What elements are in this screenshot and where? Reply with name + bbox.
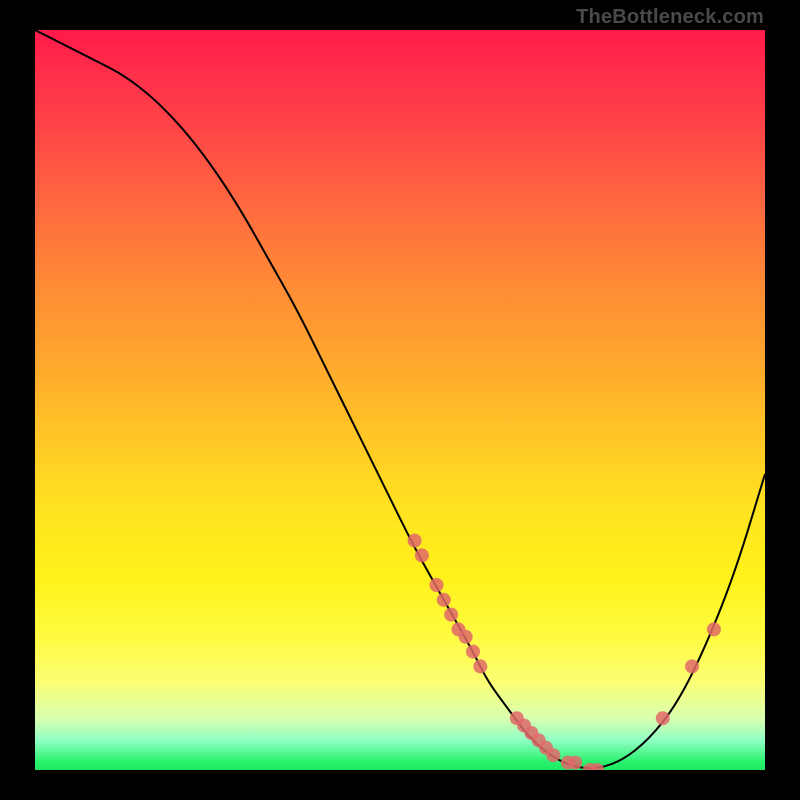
data-marker bbox=[430, 578, 444, 592]
bottleneck-curve bbox=[35, 30, 765, 768]
data-marker bbox=[466, 645, 480, 659]
data-marker bbox=[415, 548, 429, 562]
curve-line bbox=[35, 30, 765, 768]
data-marker bbox=[568, 756, 582, 770]
data-marker bbox=[685, 659, 699, 673]
data-marker bbox=[437, 593, 451, 607]
data-marker bbox=[546, 748, 560, 762]
curve-markers bbox=[408, 534, 721, 770]
chart-svg bbox=[35, 30, 765, 770]
watermark-text: TheBottleneck.com bbox=[576, 6, 764, 29]
data-marker bbox=[408, 534, 422, 548]
data-marker bbox=[656, 711, 670, 725]
data-marker bbox=[707, 622, 721, 636]
data-marker bbox=[473, 659, 487, 673]
data-marker bbox=[459, 630, 473, 644]
data-marker bbox=[444, 608, 458, 622]
chart-stage: TheBottleneck.com bbox=[0, 0, 800, 800]
plot-area bbox=[35, 30, 765, 770]
